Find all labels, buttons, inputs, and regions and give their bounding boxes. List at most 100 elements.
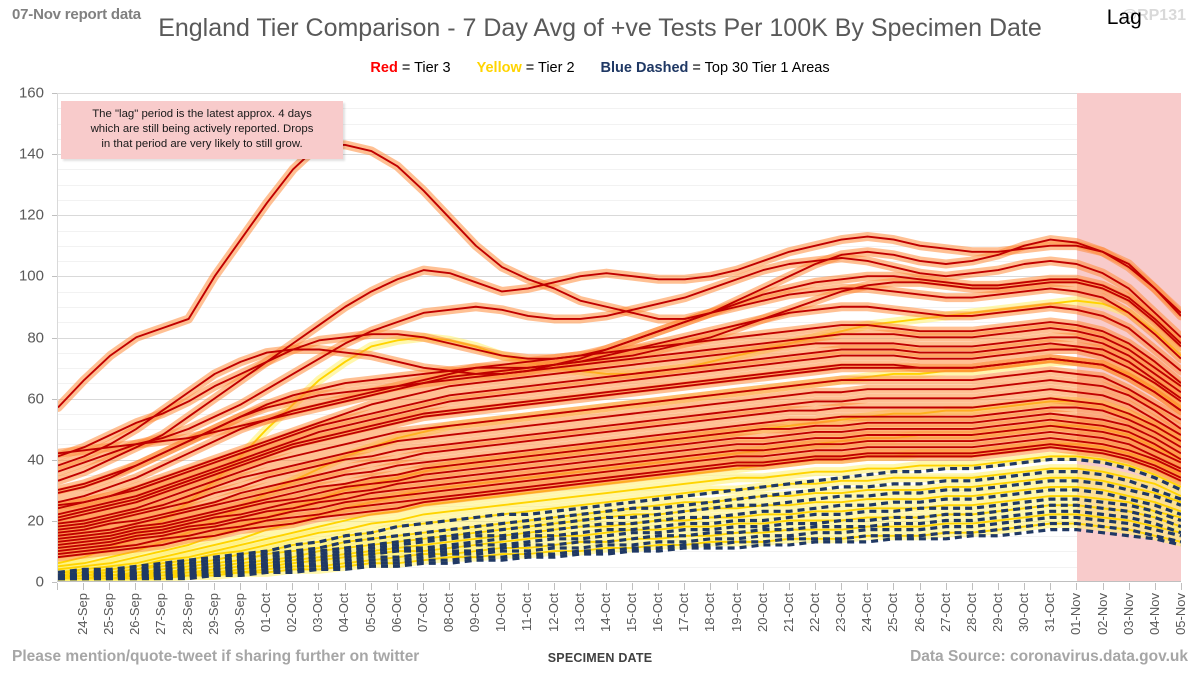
x-axis-tick-label: 03-Oct [310,593,326,633]
x-axis-tick-mark [527,583,529,590]
x-axis-tick-mark [449,583,451,590]
x-axis-tick-label: 23-Oct [833,593,849,633]
x-axis-tick-label: 02-Nov [1094,593,1110,635]
x-axis-tick-mark [605,583,607,590]
x-axis-tick-mark [57,583,58,590]
x-axis-tick-label: 24-Oct [859,593,875,633]
x-axis-tick-label: 12-Oct [545,593,561,633]
x-axis-tick-label: 01-Oct [258,593,274,633]
y-axis-tick-label: 20 [27,512,44,530]
x-axis-tick-mark [109,583,111,590]
legend-key-tier3: Red [370,60,398,76]
x-axis-tick-label: 19-Oct [728,593,744,633]
x-axis-tick-label: 26-Sep [127,593,143,635]
x-axis-tick-mark [422,583,424,590]
x-axis-tick-label: 20-Oct [754,593,770,633]
x-axis-tick-label: 17-Oct [676,593,692,633]
x-axis-tick-label: 03-Nov [1120,593,1136,635]
x-axis-tick-label: 10-Oct [493,593,509,633]
x-axis-tick-label: 05-Oct [362,593,378,633]
x-axis-tick-label: 04-Nov [1146,593,1162,635]
x-axis-tick-mark [318,583,320,590]
x-axis-tick-mark [579,583,581,590]
x-axis-tick-label: 30-Oct [1016,593,1032,633]
footer: Please mention/quote-tweet if sharing fu… [0,645,1200,674]
lag-label: Lag [1106,6,1142,29]
x-axis-tick-label: 25-Oct [885,593,901,633]
x-axis-tick-mark [736,583,738,590]
x-axis-tick-label: 08-Oct [441,593,457,633]
legend-key-tier2: Yellow [476,60,522,76]
x-axis-tick-mark [135,583,137,590]
x-axis-tick-label: 02-Oct [284,593,300,633]
x-axis-tick-label: 27-Sep [153,593,169,635]
x-axis-tick-mark [762,583,764,590]
x-axis-tick-label: 29-Sep [205,593,221,635]
x-axis-tick-mark [788,583,790,590]
y-axis-tick-label: 40 [27,451,44,469]
x-axis-tick-label: 09-Oct [467,593,483,633]
x-axis-tick-mark [475,583,477,590]
lag-annotation-box: The "lag" period is the latest approx. 4… [61,101,343,160]
y-axis-tick-label: 0 [35,573,44,591]
x-axis-tick-label: 21-Oct [780,593,796,633]
footer-data-source: Data Source: coronavirus.data.gov.uk [910,648,1188,665]
x-axis-tick-mark [344,583,346,590]
x-axis-tick-mark [971,583,973,590]
x-axis-tick-mark [893,583,895,590]
x-axis-tick-mark [998,583,1000,590]
chart-legend: Red = Tier 3 Yellow = Tier 2 Blue Dashed =… [0,60,1200,76]
x-axis-tick-label: 14-Oct [597,593,613,633]
x-axis-tick-mark [1102,583,1104,590]
x-axis-tick-label: 25-Sep [101,593,117,635]
x-axis-tick-label: 29-Oct [989,593,1005,633]
x-axis-tick-mark [684,583,686,590]
x-axis: 24-Sep 25-Sep 26-Sep 27-Sep 28-Sep 29-Sep 30-S… [57,583,1200,641]
x-axis-tick-mark [815,583,817,590]
x-axis-tick-label: 15-Oct [624,593,639,633]
x-axis-tick-label: 01-Nov [1068,593,1084,635]
x-axis-tick-mark [1154,583,1156,590]
chart-screenshot: 07-Nov report data @RP131 England Tier C… [0,0,1200,674]
x-axis-tick-label: 06-Oct [388,593,404,633]
y-axis-tick-label: 80 [27,329,44,346]
x-axis-tick-mark [1128,583,1130,590]
x-axis-tick-mark [867,583,869,590]
x-axis-tick-label: 28-Oct [963,593,979,633]
legend-key-tier1: Blue Dashed [600,60,689,76]
x-axis-tick-label: 27-Oct [937,593,953,633]
legend-text-tier3: = Tier 3 [397,60,451,76]
legend-text-tier1: = Top 30 Tier 1 Areas [688,60,830,76]
x-axis-tick-mark [83,583,85,590]
x-axis-tick-label: 16-Oct [650,593,666,633]
x-axis-tick-label: 28-Sep [179,593,195,635]
annotation-line-2: which are still being actively reported.… [90,123,314,136]
series-lines [58,140,1181,581]
x-axis-tick-label: 04-Oct [336,593,352,633]
x-axis-tick-label: 24-Sep [75,593,91,635]
y-axis-tick-label: 160 [18,84,44,102]
x-axis-tick-mark [1181,583,1182,590]
x-axis-tick-mark [161,583,163,590]
page-title: England Tier Comparison - 7 Day Avg of +… [158,14,1042,42]
legend-text-tier2: = Tier 2 [521,60,575,76]
x-axis-tick-mark [396,583,398,590]
x-axis-tick-label: 26-Oct [911,593,927,633]
x-axis-tick-label: 07-Oct [414,593,430,633]
plot-area [57,93,1181,582]
x-axis-tick-mark [266,583,268,590]
x-axis-tick-label: 22-Oct [806,593,822,633]
x-axis-tick-mark [213,583,215,590]
x-axis-tick-mark [292,583,294,590]
x-axis-tick-mark [632,583,634,590]
x-axis-tick-mark [501,583,503,590]
x-axis-tick-label: 05-Nov [1172,593,1188,635]
x-axis-tick-mark [658,583,660,590]
x-axis-tick-label: 30-Sep [231,593,247,635]
x-axis-tick-mark [239,583,241,590]
y-axis-tick-label: 120 [18,206,44,224]
x-axis-tick-mark [370,583,372,590]
x-axis-tick-label: 31-Oct [1042,593,1058,633]
x-axis-tick-label: 18-Oct [702,593,718,633]
x-axis-tick-mark [1050,583,1052,590]
